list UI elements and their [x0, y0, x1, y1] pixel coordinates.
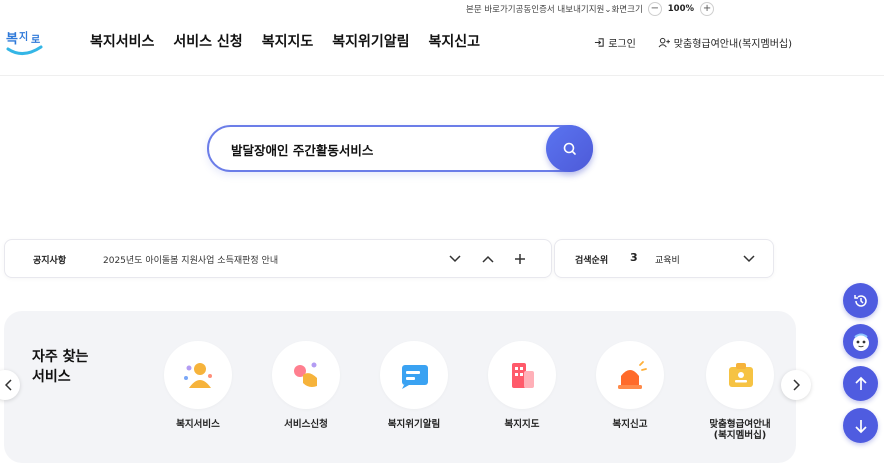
- zoom-value: 100%: [667, 4, 695, 14]
- chatbot-button[interactable]: [843, 324, 878, 359]
- header-actions: 로그인 맞춤형급여안내(복지멤버십): [594, 35, 792, 50]
- arrow-up-icon: [854, 376, 867, 390]
- service-icon-wrap: [706, 341, 774, 409]
- recent-history-button[interactable]: [843, 283, 878, 318]
- search-input[interactable]: [231, 138, 531, 160]
- membership-card-icon: [729, 363, 753, 387]
- service-welfare[interactable]: 복지서비스: [158, 341, 238, 430]
- main-nav: 복지서비스 서비스 신청 복지지도 복지위기알림 복지신고: [90, 31, 499, 51]
- building-icon: [512, 363, 534, 388]
- nav-item-welfare-service[interactable]: 복지서비스: [90, 31, 154, 51]
- service-icon-wrap: [596, 341, 664, 409]
- search-ranking: 검색순위 3 교육비: [554, 239, 774, 278]
- carousel-next-button[interactable]: [781, 370, 811, 400]
- nav-item-crisis-alert[interactable]: 복지위기알림: [332, 31, 409, 51]
- ranking-expand-button[interactable]: [739, 249, 759, 269]
- scroll-top-button[interactable]: [843, 366, 878, 401]
- support-label: 지원: [588, 5, 605, 15]
- nav-item-welfare-map[interactable]: 복지지도: [262, 31, 314, 51]
- header-divider: [0, 75, 884, 76]
- notice-bar: 공지사항 2025년도 아이돌봄 지원사업 소득재판정 안내: [4, 239, 552, 278]
- service-label: 복지신고: [612, 419, 648, 430]
- service-crisis-alert[interactable]: 복지위기알림: [374, 341, 454, 430]
- chevron-up-icon: [482, 255, 494, 263]
- support-dropdown[interactable]: 지원⌄: [589, 3, 612, 15]
- skip-to-content-link[interactable]: 본문 바로가기: [466, 3, 516, 15]
- search-box: [207, 125, 593, 172]
- login-label: 로그인: [608, 39, 636, 50]
- notice-prev-button[interactable]: [478, 249, 498, 269]
- chevron-left-icon: [5, 379, 12, 391]
- chevron-down-icon: [449, 255, 461, 263]
- plus-icon: [515, 254, 525, 264]
- history-icon: [853, 294, 867, 307]
- frequent-services-title: 자주 찾는 서비스: [32, 347, 112, 387]
- search-icon: [563, 142, 576, 155]
- chevron-down-icon: ⌄: [604, 5, 612, 15]
- login-link[interactable]: 로그인: [594, 35, 636, 50]
- svg-text:복: 복: [6, 32, 18, 47]
- service-icon-wrap: [488, 341, 556, 409]
- person-sparkle-icon: [184, 363, 212, 388]
- ranking-number: 3: [630, 251, 638, 264]
- frequent-title-line1: 자주 찾는: [32, 349, 89, 365]
- utility-bar: 본문 바로가기 공동인증서 내보내기 지원⌄ 화면크기 − 100% +: [466, 1, 715, 17]
- membership-link[interactable]: 맞춤형급여안내(복지멤버십): [658, 35, 792, 50]
- notice-label: 공지사항: [33, 256, 67, 266]
- service-apply[interactable]: 서비스신청: [266, 341, 346, 430]
- site-logo[interactable]: 복 지 로: [5, 25, 45, 59]
- chevron-down-icon: [743, 255, 755, 263]
- ranking-keyword[interactable]: 교육비: [655, 253, 680, 266]
- chevron-right-icon: [793, 379, 800, 391]
- service-label: 서비스신청: [284, 419, 328, 430]
- service-icon-wrap: [272, 341, 340, 409]
- ranking-label: 검색순위: [575, 256, 609, 266]
- service-label: 맞춤형급여안내 (복지멤버십): [709, 419, 771, 441]
- zoom-in-button[interactable]: +: [700, 2, 715, 16]
- nav-item-service-apply[interactable]: 서비스 신청: [173, 31, 242, 51]
- chatbot-mascot-icon: [852, 333, 869, 351]
- siren-icon: [618, 361, 647, 389]
- service-label: 복지지도: [504, 419, 540, 430]
- notice-next-button[interactable]: [445, 249, 465, 269]
- service-membership[interactable]: 맞춤형급여안내 (복지멤버십): [700, 341, 780, 441]
- service-icon-wrap: [164, 341, 232, 409]
- scroll-bottom-button[interactable]: [843, 408, 878, 443]
- frequent-title-line2: 서비스: [32, 369, 71, 385]
- membership-label: 맞춤형급여안내(복지멤버십): [673, 39, 792, 50]
- login-icon: [595, 38, 604, 47]
- user-plus-icon: [658, 37, 670, 48]
- service-icon-wrap: [380, 341, 448, 409]
- message-card-icon: [402, 365, 428, 389]
- screen-size-label: 화면크기: [611, 5, 643, 15]
- search-button[interactable]: [546, 125, 593, 172]
- service-report[interactable]: 복지신고: [590, 341, 670, 430]
- svg-text:지: 지: [19, 30, 28, 43]
- cert-export-link[interactable]: 공동인증서 내보내기: [516, 3, 589, 15]
- notice-more-button[interactable]: [510, 249, 530, 269]
- svg-text:로: 로: [31, 34, 40, 46]
- hand-click-icon: [294, 362, 317, 387]
- service-label: 복지서비스: [176, 419, 220, 430]
- zoom-out-button[interactable]: −: [647, 2, 662, 16]
- page: 본문 바로가기 공동인증서 내보내기 지원⌄ 화면크기 − 100% + 복 지…: [0, 0, 884, 463]
- logo-mark-icon: 복 지 로: [6, 30, 43, 55]
- notice-text[interactable]: 2025년도 아이돌봄 지원사업 소득재판정 안내: [103, 253, 278, 266]
- nav-item-welfare-report[interactable]: 복지신고: [429, 31, 481, 51]
- arrow-down-icon: [854, 419, 867, 433]
- service-label: 복지위기알림: [387, 419, 441, 430]
- service-welfare-map[interactable]: 복지지도: [482, 341, 562, 430]
